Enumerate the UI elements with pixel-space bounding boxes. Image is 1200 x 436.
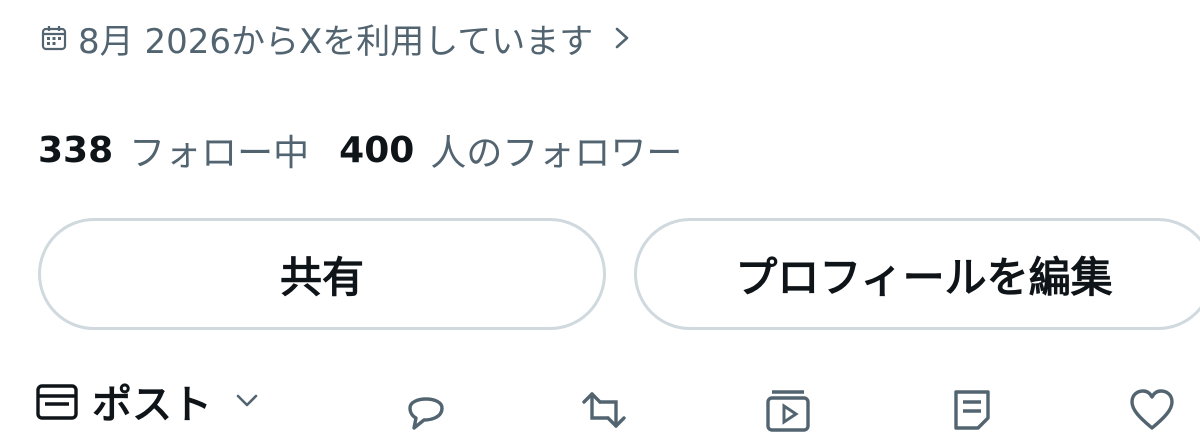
reply-icon[interactable] bbox=[400, 384, 452, 436]
joined-date[interactable]: 8月 2026からXを利用しています bbox=[40, 14, 633, 62]
following-label: フォロー中 bbox=[129, 133, 310, 174]
following-count: 338 bbox=[38, 129, 114, 171]
followers-label: 人のフォロワー bbox=[430, 133, 683, 174]
edit-profile-button-label: プロフィールを編集 bbox=[735, 252, 1113, 302]
media-icon[interactable] bbox=[762, 384, 814, 436]
followers-link[interactable]: 400 人のフォロワー bbox=[339, 124, 682, 176]
following-link[interactable]: 338 フォロー中 bbox=[38, 124, 309, 176]
tab-posts-label: ポスト bbox=[92, 382, 212, 428]
article-icon[interactable] bbox=[946, 384, 998, 436]
tab-posts[interactable]: ポスト bbox=[34, 372, 262, 430]
like-icon[interactable] bbox=[1126, 384, 1178, 436]
followers-count: 400 bbox=[339, 129, 415, 171]
edit-profile-button[interactable]: プロフィールを編集 bbox=[634, 218, 1200, 330]
chevron-right-icon bbox=[611, 23, 633, 53]
post-icon bbox=[34, 378, 80, 424]
share-button-label: 共有 bbox=[279, 252, 364, 302]
profile-tabs-bar: ポスト bbox=[0, 372, 1200, 432]
joined-text: 8月 2026からXを利用しています bbox=[78, 21, 594, 62]
repost-icon[interactable] bbox=[578, 384, 630, 436]
chevron-down-icon bbox=[232, 386, 262, 416]
follow-stats: 338 フォロー中 400 人のフォロワー bbox=[38, 124, 712, 176]
share-button[interactable]: 共有 bbox=[38, 218, 606, 330]
calendar-icon bbox=[40, 24, 68, 52]
